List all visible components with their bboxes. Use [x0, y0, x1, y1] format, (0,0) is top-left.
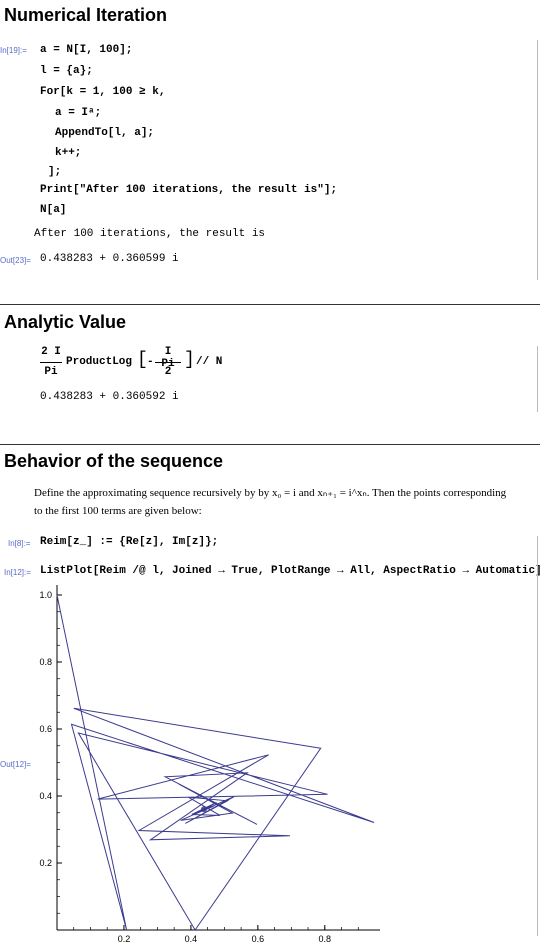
list-plot[interactable]: 0.2 0.4 0.6 0.8 0.2 0.4 0.6 0.8 1.0 [0, 585, 540, 945]
print-output: After 100 iterations, the result is [34, 228, 266, 240]
y-tick-label: 0.2 [39, 858, 52, 868]
cell-bracket[interactable] [534, 346, 538, 412]
function-name: ProductLog [66, 356, 133, 368]
y-tick-label: 1.0 [39, 590, 52, 600]
fraction-numerator: 2 I [41, 346, 61, 358]
fraction-bar [155, 362, 181, 363]
result-numerical: 0.438283 + 0.360599 i [40, 253, 179, 265]
plot-axes [56, 585, 380, 931]
x-tick-label: 0.4 [185, 934, 198, 944]
section-title-numerical-iteration: Numerical Iteration [4, 5, 168, 25]
x-tick-label: 0.6 [252, 934, 265, 944]
y-tick-label: 0.8 [39, 657, 52, 667]
x-tick-label: 0.8 [319, 934, 332, 944]
code-line: AppendTo[l, a]; [55, 127, 155, 139]
spiral-center-point [200, 806, 207, 813]
minus-sign: - [147, 356, 154, 368]
code-line: k++; [55, 147, 82, 159]
code-line: Print["After 100 iterations, the result … [40, 184, 338, 196]
code-line: a = N[I, 100]; [40, 44, 133, 56]
code-line: N[a] [40, 204, 67, 216]
input-cell-8[interactable]: Reim[z_] := {Re[z], Im[z]}; [40, 536, 218, 548]
code-line: l = {a}; [40, 65, 93, 77]
section-title-behavior: Behavior of the sequence [4, 451, 224, 471]
cell-bracket[interactable] [534, 40, 538, 280]
postfix-n: // N [196, 356, 223, 368]
convergence-point [200, 806, 207, 813]
y-tick-label: 0.4 [39, 791, 52, 801]
description-line-2: to the first 100 terms are given below: [34, 505, 202, 517]
sequence-line [56, 594, 375, 931]
input-label-8: In[8]:= [8, 539, 31, 548]
input-label-19: In[19]:= [0, 46, 27, 55]
x-tick-label: 0.2 [118, 934, 131, 944]
input-cell-12[interactable]: ListPlot[Reim /@ l, Joined → True, PlotR… [40, 565, 540, 577]
code-line: ]; [48, 166, 62, 178]
code-line: For[k = 1, 100 ≥ k, [40, 86, 166, 98]
section-divider [0, 304, 540, 305]
y-tick-label: 0.6 [39, 724, 52, 734]
input-label-12: In[12]:= [4, 568, 31, 577]
bracket-close: ] [184, 350, 195, 370]
section-title-analytic-value: Analytic Value [4, 312, 127, 332]
section-divider [0, 444, 540, 445]
description-line-1: Define the approximating sequence recurs… [34, 487, 507, 499]
fraction-bar [40, 362, 62, 363]
fraction-denominator: Pi [44, 366, 58, 378]
code-line: a = Iᵃ; [55, 107, 102, 119]
result-analytic: 0.438283 + 0.360592 i [40, 391, 179, 403]
cell-bracket[interactable] [534, 536, 538, 936]
description-text: Define the approximating sequence recurs… [34, 484, 529, 520]
fraction-denominator: 2 [164, 366, 172, 378]
output-label-23: Out[23]= [0, 256, 31, 265]
